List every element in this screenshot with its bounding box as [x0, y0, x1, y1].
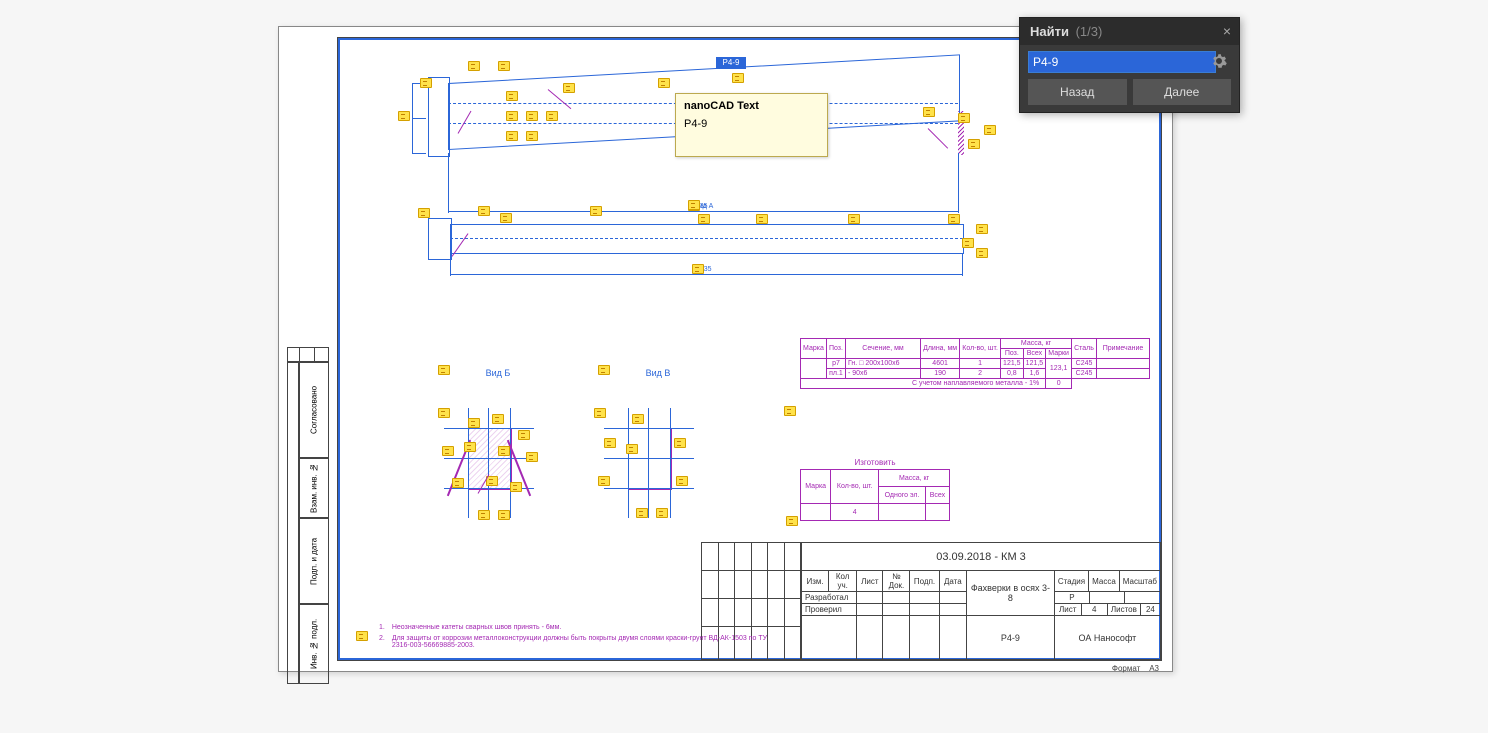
comment-icon[interactable] — [636, 508, 648, 518]
comment-icon[interactable] — [500, 213, 512, 223]
comment-icon[interactable] — [786, 516, 798, 526]
binding-top — [287, 347, 329, 362]
section-B: Вид Б — [438, 388, 558, 548]
comment-icon[interactable] — [526, 111, 538, 121]
binding-outer — [287, 362, 299, 684]
table-row: 4 — [801, 504, 950, 521]
find-title-text: Найти — [1030, 24, 1069, 39]
bind-vzam: Взам. инв. № — [299, 458, 329, 518]
comment-icon[interactable] — [756, 214, 768, 224]
comment-icon[interactable] — [498, 446, 510, 456]
side-view-2: Вид А 4535 — [428, 218, 963, 288]
material-table: Марка Поз. Сечение, мм Длина, мм Кол-во,… — [800, 338, 1150, 389]
bind-podp: Подп. и дата — [299, 518, 329, 604]
comment-icon[interactable] — [976, 224, 988, 234]
comment-icon[interactable] — [958, 113, 970, 123]
comment-icon[interactable] — [478, 510, 490, 520]
section-V-title: Вид В — [598, 368, 718, 378]
comment-icon[interactable] — [442, 446, 454, 456]
comment-icon[interactable] — [848, 214, 860, 224]
find-back-button[interactable]: Назад — [1028, 79, 1127, 105]
comment-icon[interactable] — [356, 631, 368, 641]
comment-icon[interactable] — [506, 91, 518, 101]
gear-icon[interactable] — [1211, 53, 1229, 71]
comment-icon[interactable] — [464, 442, 476, 452]
bind-inv: Инв. № подл. — [299, 604, 329, 684]
comment-icon[interactable] — [732, 73, 744, 83]
find-next-button[interactable]: Далее — [1133, 79, 1232, 105]
comment-icon[interactable] — [674, 438, 686, 448]
comment-icon[interactable] — [398, 111, 410, 121]
close-icon[interactable]: × — [1223, 23, 1231, 39]
comment-icon[interactable] — [526, 131, 538, 141]
comment-icon[interactable] — [984, 125, 996, 135]
comment-icon[interactable] — [692, 264, 704, 274]
tooltip-title: nanoCAD Text — [684, 100, 819, 112]
comment-icon[interactable] — [418, 208, 430, 218]
comment-icon[interactable] — [590, 206, 602, 216]
fab-table: Изготовить МаркаКол-во, шт.Масса, кг Одн… — [800, 458, 950, 521]
comment-icon[interactable] — [604, 438, 616, 448]
drawing-sheet: Согласовано Взам. инв. № Подп. и дата Ин… — [278, 26, 1173, 672]
structure-name: Фахверки в осях 3-8 — [966, 571, 1054, 616]
section-V: Вид В — [598, 388, 718, 548]
comment-icon[interactable] — [438, 365, 450, 375]
title-block: 03.09.2018 - КМ 3 Изм.Кол уч.Лист№ Док.П… — [801, 542, 1161, 660]
comment-icon[interactable] — [498, 61, 510, 71]
company: ОА Нанософт — [1054, 616, 1160, 660]
comment-icon[interactable] — [452, 478, 464, 488]
comment-icon[interactable] — [498, 510, 510, 520]
comment-icon[interactable] — [923, 107, 935, 117]
comment-icon[interactable] — [976, 248, 988, 258]
comment-icon[interactable] — [510, 482, 522, 492]
comment-icon[interactable] — [676, 476, 688, 486]
comment-icon[interactable] — [563, 83, 575, 93]
comment-icon[interactable] — [632, 414, 644, 424]
comment-icon[interactable] — [626, 444, 638, 454]
comment-icon[interactable] — [968, 139, 980, 149]
comment-icon[interactable] — [948, 214, 960, 224]
binding-column: Согласовано Взам. инв. № Подп. и дата Ин… — [299, 362, 329, 684]
comment-icon[interactable] — [468, 61, 480, 71]
table-row: пл.1- 90x619020,81,6C245 — [801, 369, 1150, 379]
comment-icon[interactable] — [506, 131, 518, 141]
comment-icon[interactable] — [492, 414, 504, 424]
comment-icon[interactable] — [698, 214, 710, 224]
comment-icon[interactable] — [598, 365, 610, 375]
comment-icon[interactable] — [658, 78, 670, 88]
format-label: Формат А3 — [1112, 664, 1159, 673]
find-input[interactable] — [1028, 51, 1216, 73]
table-row: p7Гн. □ 200x100x646011121,5121,5123,1C24… — [801, 359, 1150, 369]
comment-icon[interactable] — [526, 452, 538, 462]
notes: 1.Неозначенные катеты сварных швов приня… — [356, 621, 776, 652]
comment-icon[interactable] — [468, 418, 480, 428]
comment-icon[interactable] — [478, 206, 490, 216]
tooltip: nanoCAD Text P4-9 — [675, 93, 828, 157]
comment-icon[interactable] — [438, 408, 450, 418]
section-B-title: Вид Б — [438, 368, 558, 378]
find-count: (1/3) — [1076, 24, 1103, 39]
tooltip-body: P4-9 — [684, 118, 819, 130]
drawing-designation: P4-9 — [966, 616, 1054, 660]
find-title-bar[interactable]: Найти (1/3) × — [1020, 18, 1239, 45]
comment-icon[interactable] — [784, 406, 796, 416]
bind-sogl: Согласовано — [299, 362, 329, 458]
comment-icon[interactable] — [518, 430, 530, 440]
find-panel: Найти (1/3) × Назад Далее — [1019, 17, 1240, 113]
comment-icon[interactable] — [420, 78, 432, 88]
comment-icon[interactable] — [506, 111, 518, 121]
project-code: 03.09.2018 - КМ 3 — [802, 543, 1161, 571]
fab-table-title: Изготовить — [800, 458, 950, 467]
comment-icon[interactable] — [594, 408, 606, 418]
comment-icon[interactable] — [598, 476, 610, 486]
comment-icon[interactable] — [546, 111, 558, 121]
comment-icon[interactable] — [656, 508, 668, 518]
comment-icon[interactable] — [688, 200, 700, 210]
comment-icon[interactable] — [962, 238, 974, 248]
